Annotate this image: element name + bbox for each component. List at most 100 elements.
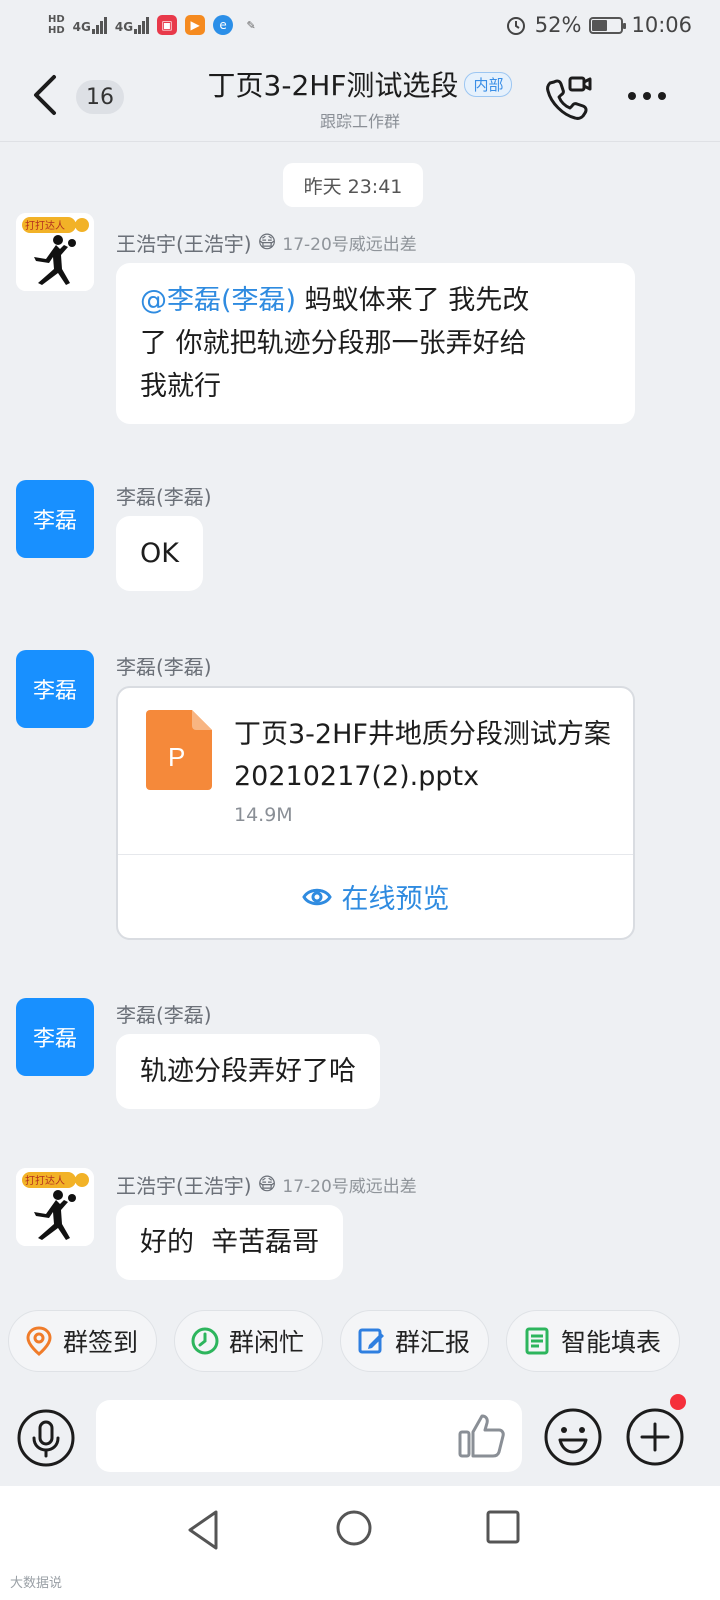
avatar-wang-haoyu[interactable]: 打打达人 (16, 213, 94, 291)
message-bubble[interactable]: 好的 辛苦磊哥 (116, 1205, 344, 1280)
sender-name: 李磊(李磊) (116, 999, 212, 1028)
microphone-icon (17, 1409, 75, 1467)
nav-back-button[interactable] (184, 1508, 224, 1552)
file-attachment-card[interactable]: P 丁页3-2HF井地质分段测试方案20210217(2).pptx 14.9M… (116, 686, 635, 940)
triangle-back-icon (188, 1510, 218, 1550)
status-bar: HD HD 4G 4G ▣ ▶ e ✎ 52% 10:06 (0, 0, 720, 50)
status-left: HD HD 4G 4G ▣ ▶ e ✎ (48, 14, 261, 36)
notification-dot (670, 1394, 686, 1410)
eye-icon (301, 888, 332, 905)
nav-recents-button[interactable] (484, 1508, 522, 1546)
sender-name: 王浩宇(王浩宇) 😷 17-20号威远出差 (116, 1170, 417, 1199)
alarm-icon (506, 17, 525, 35)
network-label-1: 4G (72, 19, 91, 34)
chip-label: 群汇报 (395, 1328, 471, 1357)
status-text: 17-20号威远出差 (282, 235, 417, 255)
message-text: 了 你就把轨迹分段那一张弄好给 (140, 328, 527, 359)
jumpman-logo-icon: 打打达人 (16, 213, 94, 291)
signal-icon-2: 4G (114, 16, 150, 34)
more-options-button[interactable] (622, 78, 672, 114)
status-text: 17-20号威远出差 (282, 1177, 417, 1197)
thumbs-up-icon (458, 1414, 505, 1458)
message-text: 我就行 (140, 371, 221, 402)
sender-label: 李磊(李磊) (116, 485, 212, 509)
location-pin-icon (26, 1326, 52, 1356)
battery-percent: 52% (534, 13, 582, 37)
chip-label: 群闲忙 (229, 1328, 305, 1357)
square-recents-icon (486, 1510, 520, 1544)
hd-label-2: HD (48, 25, 65, 36)
message-text: OK (140, 538, 179, 569)
battery-fill (592, 19, 608, 31)
video-call-button[interactable] (544, 72, 594, 122)
file-name: 丁页3-2HF井地质分段测试方案20210217(2).pptx (234, 719, 611, 792)
file-size: 14.9M (234, 804, 293, 826)
smart-form-button[interactable]: 智能填表 (506, 1310, 681, 1372)
dot-icon (628, 92, 636, 100)
group-checkin-button[interactable]: 群签到 (8, 1310, 158, 1372)
sender-label: 王浩宇(王浩宇) (116, 232, 252, 256)
browser-app-icon: e (213, 15, 234, 35)
group-report-button[interactable]: 群汇报 (340, 1310, 490, 1372)
more-attachments-button[interactable] (624, 1406, 686, 1468)
app-notification-icon: ▣ (157, 15, 178, 35)
message-bubble[interactable]: 轨迹分段弄好了哈 (116, 1034, 380, 1109)
message-text: 蚂蚁体来了 我先改 (296, 285, 530, 316)
quick-action-bar: 群签到 群闲忙 群汇报 智能填表 (0, 1310, 720, 1380)
avatar-li-lei[interactable]: 李磊 (16, 998, 94, 1076)
svg-text:打打达人: 打打达人 (25, 219, 65, 232)
phone-video-icon (546, 76, 592, 120)
message-input-bar (0, 1388, 720, 1486)
network-label-2: 4G (114, 19, 134, 34)
internal-tag: 内部 (464, 71, 513, 97)
form-icon (525, 1327, 549, 1355)
emoji-button[interactable] (542, 1406, 604, 1468)
nav-home-button[interactable] (334, 1508, 374, 1548)
sender-label: 李磊(李磊) (116, 1003, 212, 1027)
watermark: 大数据说 (10, 1576, 63, 1591)
sender-name: 李磊(李磊) (116, 481, 212, 510)
group-availability-button[interactable]: 群闲忙 (174, 1310, 324, 1372)
chip-label: 智能填表 (561, 1328, 662, 1357)
edit-report-icon (358, 1328, 385, 1354)
smiley-icon (544, 1408, 602, 1466)
sender-name: 王浩宇(王浩宇) 😷 17-20号威远出差 (116, 228, 417, 257)
circle-home-icon (336, 1510, 372, 1546)
file-icon-letter: P (168, 742, 185, 772)
message-bubble[interactable]: OK (116, 516, 203, 591)
avatar-li-lei[interactable]: 李磊 (16, 480, 94, 558)
thumbs-up-button[interactable] (456, 1410, 508, 1462)
svg-text:打打达人: 打打达人 (25, 1174, 65, 1187)
status-emoji: 😷 (257, 1174, 277, 1195)
plus-circle-icon (626, 1408, 684, 1466)
jumpman-logo-icon: 打打达人 (16, 1168, 94, 1246)
preview-label: 在线预览 (341, 884, 450, 915)
sender-label: 王浩宇(王浩宇) (116, 1174, 252, 1198)
video-app-icon: ▶ (185, 15, 206, 35)
misc-app-icon: ✎ (246, 18, 256, 32)
message-bubble[interactable]: @李磊(李磊) 蚂蚁体来了 我先改 了 你就把轨迹分段那一张弄好给 我就行 (116, 263, 635, 424)
message-text: 好的 辛苦磊哥 (140, 1227, 320, 1258)
signal-icon: 4G (72, 16, 107, 34)
clock-time: 10:06 (631, 13, 692, 37)
avatar-wang-haoyu[interactable]: 打打达人 (16, 1168, 94, 1246)
chat-subtitle: 跟踪工作群 (319, 112, 400, 131)
status-emoji: 😷 (257, 232, 277, 253)
hd-label-1: HD (48, 14, 65, 25)
title-block: 丁页3-2HF测试选段 内部 跟踪工作群 (0, 64, 720, 132)
chat-title[interactable]: 丁页3-2HF测试选段 (208, 64, 459, 104)
avatar-li-lei[interactable]: 李磊 (16, 650, 94, 728)
message-text: 轨迹分段弄好了哈 (140, 1056, 356, 1087)
system-nav-bar: 大数据说 (0, 1486, 720, 1600)
voice-input-button[interactable] (16, 1408, 76, 1468)
message-timestamp: 昨天 23:41 (283, 163, 423, 207)
pptx-file-icon: P (146, 710, 212, 790)
online-preview-button[interactable]: 在线预览 (118, 855, 633, 938)
sender-name: 李磊(李磊) (116, 651, 212, 680)
dot-icon (658, 92, 666, 100)
clock-icon (191, 1327, 219, 1355)
status-right: 52% 10:06 (505, 13, 692, 37)
mention-link[interactable]: @李磊(李磊) (140, 285, 296, 316)
dot-icon (643, 92, 651, 100)
hd-indicator: HD HD (48, 14, 65, 36)
